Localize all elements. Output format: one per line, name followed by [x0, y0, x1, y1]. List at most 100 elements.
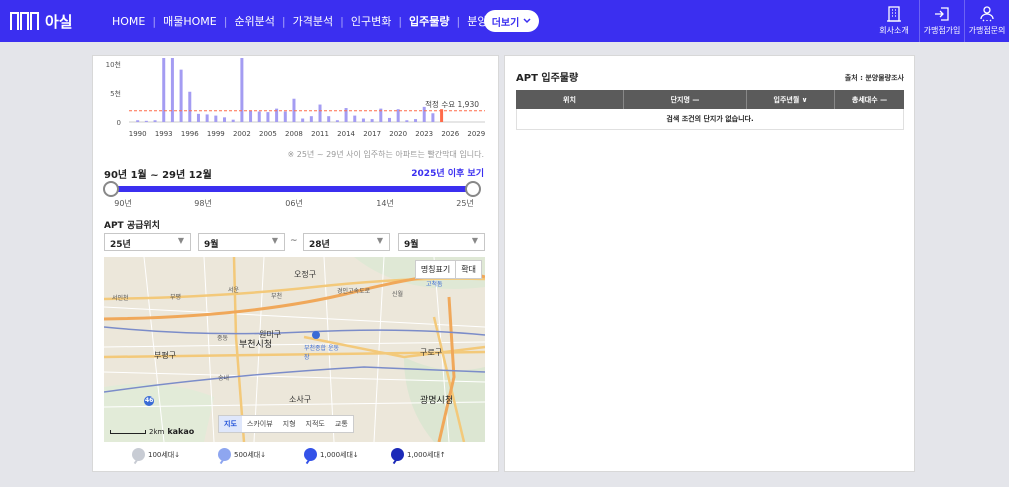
bar — [414, 119, 418, 122]
zoom-button[interactable]: 확대 — [455, 261, 481, 278]
empty-row: 검색 조건의 단지가 없습니다. — [516, 109, 904, 130]
bar — [353, 115, 357, 122]
bar — [309, 116, 313, 122]
map-label: 광명시청 — [420, 396, 454, 406]
company-intro-button[interactable]: 회사소개 — [869, 0, 919, 42]
range-slider-track[interactable] — [111, 186, 473, 192]
map-type-traffic[interactable]: 교통 — [330, 416, 353, 432]
bar — [249, 110, 253, 122]
supply-list-panel: APT 입주물량 출처 : 분양물량조사 위치 단지명 — 입주년월 ∨ 총세대… — [504, 55, 915, 472]
nav-population[interactable]: 인구변화 — [351, 13, 391, 29]
bar — [136, 120, 140, 122]
bar — [162, 58, 166, 122]
table-header: 위치 단지명 — 입주년월 ∨ 총세대수 — — [516, 90, 904, 109]
map-type-skyview[interactable]: 스카이뷰 — [242, 416, 278, 432]
chevron-down-icon — [523, 18, 531, 24]
bar — [153, 120, 157, 122]
map-label: 서인천 — [112, 295, 129, 302]
search-marker-icon — [132, 448, 145, 461]
source-text: 출처 : 분양물량조사 — [844, 74, 904, 82]
logo-text: 아실 — [45, 12, 73, 31]
nav-listing-home[interactable]: 매물HOME — [163, 13, 217, 29]
franchise-inquiry-label: 가맹점문의 — [968, 26, 1006, 35]
x-tick-label: 1996 — [181, 130, 199, 138]
map-label: 구로구 — [420, 348, 443, 357]
bar — [387, 117, 391, 122]
range-start-handle[interactable] — [103, 181, 119, 197]
to-month-select[interactable]: 9월 ▼ — [398, 233, 485, 251]
map-label: 고척돔 — [426, 281, 443, 288]
range-end-handle[interactable] — [465, 181, 481, 197]
bar — [188, 91, 192, 122]
from-month-select[interactable]: 9월 ▼ — [198, 233, 285, 251]
map-label: 송내 — [218, 375, 230, 382]
nav-supply[interactable]: 입주물량 — [409, 13, 449, 29]
map-label: 부천 — [271, 293, 283, 300]
map-type-map[interactable]: 지도 — [219, 416, 242, 432]
kakao-logo: kakao — [167, 427, 195, 436]
x-tick-label: 2029 — [467, 130, 485, 138]
supply-table: 위치 단지명 — 입주년월 ∨ 총세대수 — 검색 조건의 단지가 없습니다. — [516, 90, 904, 130]
legend-item: 1,000세대↓ — [304, 448, 359, 461]
supply-map[interactable]: 오정구 서인천 부평 서운 부천 경인고속도로 신월 중동 원미구 부천시청 부… — [104, 257, 485, 442]
nav-ranking[interactable]: 순위분석 — [234, 13, 274, 29]
dropdown-arrow-icon: ▼ — [271, 236, 278, 245]
map-label: 서운 — [228, 287, 240, 294]
column-location[interactable]: 위치 — [516, 90, 624, 109]
more-label: 더보기 — [491, 17, 520, 29]
nav-home[interactable]: HOME — [112, 15, 145, 28]
bar — [431, 113, 435, 122]
search-marker-icon — [218, 448, 231, 461]
x-tick-label: 1993 — [155, 130, 173, 138]
view-after-2025-link[interactable]: 2025년 이후 보기 — [411, 166, 484, 179]
bar — [361, 118, 365, 122]
supply-chart-panel: 10천 5천 0 적정 수요 1,930 1990 1993 1996 1999 2002 200… — [92, 55, 499, 472]
franchise-join-label: 가맹점가입 — [923, 26, 961, 35]
map-label: 소사구 — [289, 395, 312, 404]
column-move-in-date[interactable]: 입주년월 ∨ — [747, 90, 835, 109]
bar — [266, 112, 270, 122]
map-type-cadastral[interactable]: 지적도 — [301, 416, 330, 432]
scale-bar — [110, 429, 146, 434]
x-tick-label: 2026 — [441, 130, 459, 138]
map-label: 중동 — [217, 335, 229, 342]
more-button[interactable]: 더보기 — [484, 10, 539, 32]
franchise-join-button[interactable]: 가맹점가입 — [919, 0, 964, 42]
column-complex-name[interactable]: 단지명 — — [624, 90, 747, 109]
location-title: APT 공급위치 — [104, 221, 160, 231]
route-marker: 46 — [145, 397, 154, 404]
bar — [257, 111, 261, 122]
top-right-menu: 회사소개 가맹점가입 가맹점문의 — [869, 0, 1009, 42]
top-nav-bar: 아실 HOME | 매물HOME | 순위분석 | 가격분석 | 인구변화 | 입주물량 |… — [0, 0, 1009, 42]
to-year-value: 28년 — [309, 240, 330, 250]
bar — [179, 69, 183, 122]
show-names-button[interactable]: 명칭표기 — [416, 261, 455, 278]
logo[interactable]: 아실 — [10, 9, 73, 33]
bar — [196, 113, 200, 122]
bar — [344, 108, 348, 122]
range-tick: 98년 — [194, 199, 212, 208]
y-tick-label: 10천 — [106, 60, 121, 69]
bar — [240, 58, 244, 122]
bar — [422, 106, 426, 122]
to-year-select[interactable]: 28년 ▼ — [303, 233, 390, 251]
login-icon — [935, 7, 949, 21]
column-households[interactable]: 총세대수 — — [835, 90, 904, 109]
logo-mark-icon — [10, 12, 39, 30]
franchise-inquiry-button[interactable]: 가맹점문의 — [964, 0, 1009, 42]
company-intro-label: 회사소개 — [879, 26, 909, 35]
bar — [283, 111, 287, 122]
chart-note: ※ 25년 ~ 29년 사이 입주하는 아파트는 빨간막대 입니다. — [287, 150, 485, 159]
nav-price[interactable]: 가격분석 — [293, 13, 333, 29]
x-tick-label: 2020 — [389, 130, 407, 138]
range-title: 90년 1월 ~ 29년 12월 — [104, 170, 212, 181]
building-icon — [887, 6, 901, 22]
legend-label: 500세대↓ — [234, 450, 267, 459]
from-year-select[interactable]: 25년 ▼ — [104, 233, 191, 251]
map-label: 부천시청 — [239, 340, 273, 350]
map-type-terrain[interactable]: 지형 — [278, 416, 301, 432]
bar — [335, 120, 339, 122]
dropdown-arrow-icon: ▼ — [177, 236, 184, 245]
search-marker-icon — [304, 448, 317, 461]
map-controls: 명칭표기 확대 — [414, 260, 482, 279]
